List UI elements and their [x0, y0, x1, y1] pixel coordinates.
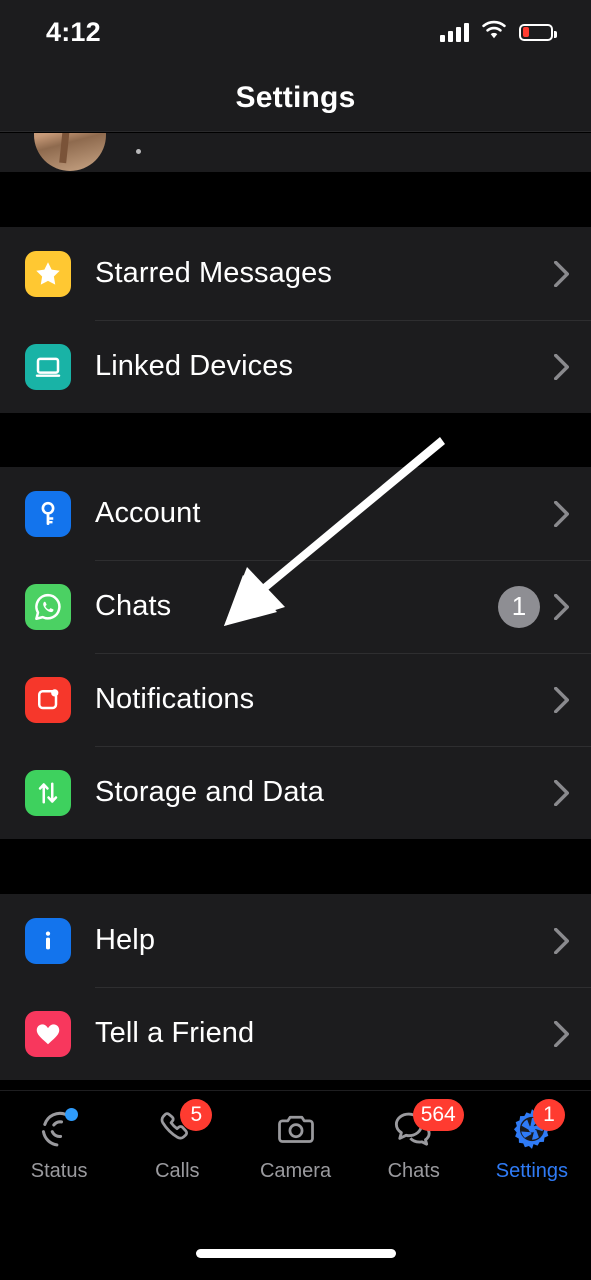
whatsapp-logo-icon: [25, 583, 71, 630]
row-label: Account: [95, 497, 201, 529]
tab-settings[interactable]: 1 Settings: [473, 1099, 591, 1211]
chats-count-badge: 1: [498, 585, 540, 628]
row-accessory: 1: [498, 585, 569, 628]
status-rings-icon: [32, 1105, 86, 1153]
chat-bubbles-icon: 564: [387, 1099, 464, 1153]
section-gap: [0, 413, 591, 467]
tab-camera[interactable]: Camera: [236, 1105, 354, 1211]
row-accessory: [554, 686, 569, 713]
settings-badge: 1: [532, 1099, 565, 1131]
tab-chats[interactable]: 564 Chats: [355, 1099, 473, 1211]
sidebar-item-tell-a-friend[interactable]: Tell a Friend: [0, 987, 591, 1080]
tab-calls[interactable]: 5 Calls: [118, 1099, 236, 1211]
cellular-bars-icon: [440, 22, 469, 42]
info-icon: [25, 917, 71, 964]
chevron-right-icon: [554, 686, 569, 713]
gear-icon: 1: [505, 1099, 565, 1153]
row-label: Storage and Data: [95, 776, 324, 808]
chevron-right-icon: [554, 500, 569, 527]
status-bar-time: 4:12: [46, 16, 101, 47]
row-accessory: [554, 1020, 569, 1047]
chevron-right-icon: [554, 779, 569, 806]
camera-icon: [269, 1105, 323, 1153]
sidebar-item-account[interactable]: Account: [0, 467, 591, 560]
notification-bubble-icon: [25, 676, 71, 723]
sidebar-item-notifications[interactable]: Notifications: [0, 653, 591, 746]
status-new-dot: [65, 1108, 79, 1121]
section-gap: [0, 839, 591, 894]
sidebar-item-help[interactable]: Help: [0, 894, 591, 987]
profile-status-dot: [136, 149, 141, 154]
row-label: Notifications: [95, 683, 255, 715]
row-label: Linked Devices: [95, 350, 294, 382]
battery-low-icon: [519, 23, 557, 41]
sidebar-item-linked-devices[interactable]: Linked Devices: [0, 320, 591, 413]
chevron-right-icon: [554, 593, 569, 620]
avatar[interactable]: [34, 133, 106, 171]
heart-icon: [25, 1010, 71, 1057]
navigation-bar: Settings: [0, 64, 591, 132]
home-indicator[interactable]: [195, 1249, 396, 1258]
row-accessory: [554, 500, 569, 527]
chevron-right-icon: [554, 260, 569, 287]
row-accessory: [554, 779, 569, 806]
section-gap: [0, 173, 591, 227]
status-bar-indicators: [440, 20, 557, 44]
wifi-icon: [481, 20, 507, 44]
row-accessory: [554, 927, 569, 954]
profile-row[interactable]: [0, 133, 591, 173]
sidebar-item-chats[interactable]: Chats 1: [0, 560, 591, 653]
page-title: Settings: [235, 80, 356, 114]
whatsapp-settings-screen: 4:12 Settings Starred Messages Linked De…: [0, 0, 591, 1280]
row-label: Chats: [95, 590, 172, 622]
phone-icon: 5: [150, 1099, 213, 1153]
chevron-right-icon: [554, 927, 569, 954]
status-bar: 4:12: [0, 0, 591, 64]
row-label: Starred Messages: [95, 257, 332, 289]
chevron-right-icon: [554, 1020, 569, 1047]
chevron-right-icon: [554, 353, 569, 380]
tab-status[interactable]: Status: [0, 1105, 118, 1211]
calls-badge: 5: [180, 1099, 213, 1131]
settings-group-account: Account Chats 1 Notifications Storage an…: [0, 467, 591, 839]
sidebar-item-storage-and-data[interactable]: Storage and Data: [0, 746, 591, 839]
row-label: Tell a Friend: [95, 1017, 255, 1049]
star-icon: [25, 250, 71, 297]
tab-label: Calls: [155, 1160, 200, 1182]
chats-badge: 564: [412, 1099, 464, 1131]
settings-group-help: Help Tell a Friend: [0, 894, 591, 1080]
laptop-icon: [25, 343, 71, 390]
tab-label: Status: [30, 1160, 88, 1182]
row-accessory: [554, 260, 569, 287]
up-down-arrows-icon: [25, 769, 71, 816]
key-icon: [25, 490, 71, 537]
tab-label: Settings: [495, 1160, 569, 1182]
settings-list[interactable]: Starred Messages Linked Devices Account …: [0, 133, 591, 1090]
settings-group-starred: Starred Messages Linked Devices: [0, 227, 591, 413]
sidebar-item-starred-messages[interactable]: Starred Messages: [0, 227, 591, 320]
tab-label: Chats: [387, 1160, 440, 1182]
tab-bar: Status 5 Calls Camera 564 Chats 1 Settin…: [0, 1090, 591, 1280]
row-accessory: [554, 353, 569, 380]
row-label: Help: [95, 924, 156, 956]
tab-label: Camera: [259, 1160, 332, 1182]
